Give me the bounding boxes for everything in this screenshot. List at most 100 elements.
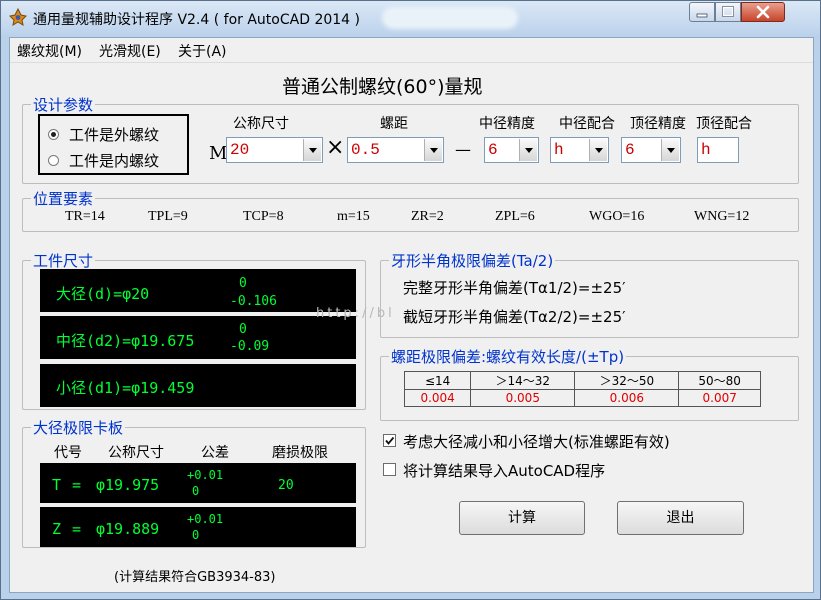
gauge-z-upper: +0.01 xyxy=(187,512,224,526)
workpiece-size-label: 工件尺寸 xyxy=(31,250,96,271)
major-diameter-accuracy-select[interactable]: 6 xyxy=(621,137,681,163)
m-label: M xyxy=(209,143,228,164)
export-autocad-label[interactable]: 将计算结果导入AutoCAD程序 xyxy=(403,460,605,481)
pitch-diameter-accuracy-select[interactable]: 6 xyxy=(484,137,539,163)
pitch-label: 螺距 xyxy=(380,116,408,132)
pitch-select[interactable]: 0.5 xyxy=(347,137,444,163)
truncated-profile-deviation: 截短牙形半角偏差(Tα2/2)=±25′ xyxy=(403,308,626,326)
chevron-down-icon[interactable] xyxy=(519,139,537,161)
nominal-size-label: 公称尺寸 xyxy=(233,116,289,132)
exit-button[interactable]: 退出 xyxy=(617,501,744,535)
position-elements-group: 位置要素 TR=14 TPL=9 TCP=8 m=15 ZR=2 ZPL=6 W… xyxy=(22,188,799,232)
pitch-diameter-lower: -0.09 xyxy=(230,339,270,354)
workpiece-size-group: 工件尺寸 大径(d)=φ20 0 -0.106 中径(d2)=φ19.675 0… xyxy=(22,250,366,410)
app-icon xyxy=(9,8,27,26)
major-diameter-accuracy-label: 顶径精度 xyxy=(630,116,686,132)
gauge-t-eq: = xyxy=(72,476,82,494)
thread-type-box: 工件是外螺纹 工件是内螺纹 xyxy=(38,114,189,175)
close-icon xyxy=(756,5,770,19)
chevron-down-icon[interactable] xyxy=(589,139,607,161)
gauge-group: 大径极限卡板 代号 公称尺寸 公差 磨损极限 T = φ19.975 +0.01… xyxy=(22,417,366,548)
gauge-header-wear: 磨损极限 xyxy=(272,445,328,461)
half-angle-group: 牙形半角极限偏差(Ta/2) 完整牙形半角偏差(Tα1/2)=±25′ 截短牙形… xyxy=(380,250,799,338)
menu-smooth-gauge[interactable]: 光滑规(E) xyxy=(96,41,164,61)
standard-note: (计算结果符合GB3934-83) xyxy=(114,570,276,585)
page-title: 普通公制螺纹(60°)量规 xyxy=(282,76,483,98)
gauge-header-code: 代号 xyxy=(54,445,82,461)
internal-thread-radio[interactable] xyxy=(48,155,59,166)
position-zr: ZR=2 xyxy=(411,209,444,224)
minor-diameter-display: 小径(d1)=φ19.459 xyxy=(40,364,356,407)
position-elements-label: 位置要素 xyxy=(31,188,96,209)
menu-about[interactable]: 关于(A) xyxy=(175,41,230,61)
times-sign: × xyxy=(326,135,345,160)
minor-diameter-text: 小径(d1)=φ19.459 xyxy=(56,379,195,397)
gauge-t-lower: 0 xyxy=(192,484,200,498)
checkmark-icon xyxy=(385,436,395,445)
major-diameter-accuracy-value: 6 xyxy=(625,141,635,159)
major-diameter-upper: 0 xyxy=(239,276,247,291)
pitch-diameter-text: 中径(d2)=φ19.675 xyxy=(56,332,195,350)
gauge-header-size: 公称尺寸 xyxy=(108,445,164,461)
pitch-deviation-group: 螺距极限偏差:螺纹有效长度/(±Tp) ≤14 ＞14～32 ＞32～50 50… xyxy=(380,346,799,421)
gauge-t-wear: 20 xyxy=(278,478,294,493)
length-range-1: ≤14 xyxy=(403,371,472,390)
external-thread-radio[interactable] xyxy=(48,129,59,140)
gauge-t-code: T xyxy=(52,476,62,494)
pitch-diameter-accuracy-value: 6 xyxy=(488,141,498,159)
chevron-down-icon[interactable] xyxy=(424,139,442,161)
major-diameter-fit-value: h xyxy=(701,141,711,159)
nominal-size-select[interactable]: 20 xyxy=(226,137,323,163)
pitch-diameter-fit-value: h xyxy=(554,141,564,159)
maximize-icon xyxy=(722,6,734,17)
pitch-diameter-fit-select[interactable]: h xyxy=(550,137,609,163)
nominal-size-value: 20 xyxy=(230,141,250,159)
major-diameter-fit-input[interactable]: h xyxy=(697,137,739,163)
major-diameter-text: 大径(d)=φ20 xyxy=(56,285,150,303)
gauge-row-z: Z = φ19.889 +0.01 0 xyxy=(40,507,356,547)
maximize-button[interactable] xyxy=(715,2,741,22)
pitch-deviation-3: 0.006 xyxy=(574,389,680,407)
pitch-deviation-label: 螺距极限偏差:螺纹有效长度/(±Tp) xyxy=(389,346,627,367)
length-range-4: 50～80 xyxy=(678,371,761,390)
consider-diameter-checkbox[interactable] xyxy=(383,434,396,447)
gauge-t-size: φ19.975 xyxy=(96,476,160,494)
length-range-3: ＞32～50 xyxy=(574,371,680,390)
pitch-diameter-upper: 0 xyxy=(239,322,247,337)
menu-bar: 螺纹规(M) 光滑规(E) 关于(A) xyxy=(10,38,813,63)
position-tpl: TPL=9 xyxy=(148,209,188,224)
dash-sign: — xyxy=(455,140,471,159)
position-tr: TR=14 xyxy=(65,209,105,224)
gauge-t-upper: +0.01 xyxy=(187,468,224,482)
minimize-button[interactable] xyxy=(689,2,715,22)
title-bar[interactable]: 通用量规辅助设计程序 V2.4 ( for AutoCAD 2014 ) xyxy=(1,1,820,35)
gauge-z-lower: 0 xyxy=(192,528,200,542)
design-params-group: 设计参数 工件是外螺纹 工件是内螺纹 M 公称尺寸 20 × 螺距 0.5 — … xyxy=(22,94,799,184)
consider-diameter-label[interactable]: 考虑大径减小和小径增大(标准螺距有效) xyxy=(403,431,670,452)
chevron-down-icon[interactable] xyxy=(661,139,679,161)
length-range-2: ＞14～32 xyxy=(470,371,576,390)
position-zpl: ZPL=6 xyxy=(495,209,535,224)
window-title: 通用量规辅助设计程序 V2.4 ( for AutoCAD 2014 ) xyxy=(33,12,360,28)
position-m: m=15 xyxy=(337,209,370,224)
close-button[interactable] xyxy=(741,2,785,22)
calculate-button[interactable]: 计算 xyxy=(459,501,585,535)
gauge-z-code: Z xyxy=(52,520,62,538)
major-diameter-display: 大径(d)=φ20 0 -0.106 xyxy=(40,269,356,312)
export-autocad-checkbox[interactable] xyxy=(383,463,396,476)
menu-thread-gauge[interactable]: 螺纹规(M) xyxy=(14,41,85,61)
position-tcp: TCP=8 xyxy=(243,209,284,224)
minimize-icon xyxy=(696,13,708,18)
gauge-label: 大径极限卡板 xyxy=(31,417,126,438)
chevron-down-icon[interactable] xyxy=(303,139,321,161)
major-diameter-fit-label: 顶径配合 xyxy=(696,116,752,132)
title-redaction xyxy=(385,10,515,26)
client-area: 螺纹规(M) 光滑规(E) 关于(A) 普通公制螺纹(60°)量规 设计参数 工… xyxy=(9,37,814,593)
pitch-diameter-accuracy-label: 中径精度 xyxy=(479,116,535,132)
pitch-diameter-display: 中径(d2)=φ19.675 0 -0.09 xyxy=(40,316,356,359)
external-thread-label[interactable]: 工件是外螺纹 xyxy=(69,124,159,145)
full-profile-deviation: 完整牙形半角偏差(Tα1/2)=±25′ xyxy=(403,279,626,297)
internal-thread-label[interactable]: 工件是内螺纹 xyxy=(69,150,159,171)
watermark: http://bl xyxy=(316,306,395,321)
main-window: 通用量规辅助设计程序 V2.4 ( for AutoCAD 2014 ) 螺纹规… xyxy=(0,0,821,600)
